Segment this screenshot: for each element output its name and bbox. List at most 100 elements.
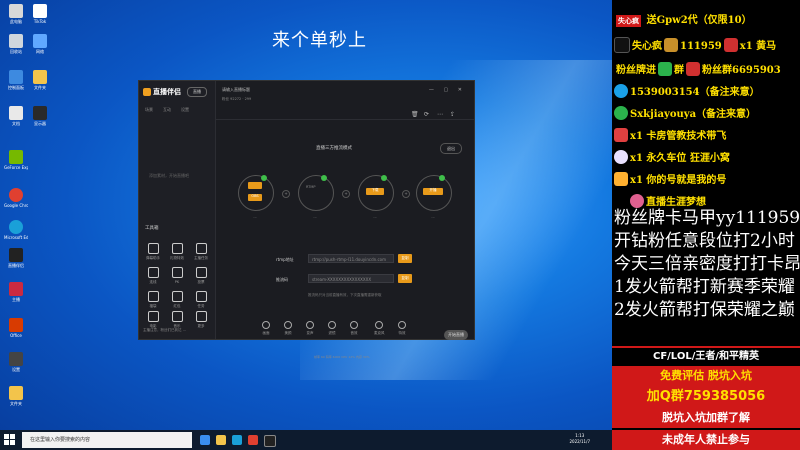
rocket-icon [614, 127, 628, 142]
more-icon[interactable]: ⋯ [437, 111, 443, 118]
bottom-tool-2[interactable]: 变声 [306, 321, 314, 336]
desktop-icon-recycle[interactable]: 回收站 [4, 34, 28, 54]
desktop-icon-folder-a[interactable]: 文件夹 [28, 70, 52, 90]
stream-stats: 粉丝 92272 · 299 [222, 97, 252, 101]
avatar-icon [9, 282, 23, 296]
start-button[interactable] [4, 434, 16, 446]
task-list-icon [195, 291, 207, 302]
step-arrow: + [282, 190, 290, 198]
chrome-icon [9, 188, 23, 202]
bottom-tool-3[interactable]: 滤镜 [328, 321, 336, 336]
step-1-button-a[interactable] [248, 182, 262, 189]
step-3-button[interactable]: 下载 [366, 188, 384, 195]
folder-icon [9, 386, 23, 400]
tool-9[interactable]: 电影 [143, 311, 163, 329]
rtmp-field[interactable]: rtmp://push-rtmp-l11.douyincdn.com [308, 254, 394, 263]
sidebar-notice: 主播注意，粉丝们已到达 ... [143, 328, 186, 332]
network-icon [33, 34, 47, 48]
stream-title[interactable]: 请输入直播标题 [222, 87, 250, 93]
step-arrow: + [342, 190, 350, 198]
refresh-icon[interactable]: ⟳ [424, 111, 429, 118]
edge-icon [9, 220, 23, 234]
overlay-row-1: 失心疯 送Gpw2代（仅限10） [616, 15, 752, 27]
office-icon [9, 318, 23, 332]
step-1-button-b[interactable]: OBS [248, 194, 262, 201]
taskbar-search-input[interactable]: 在这里输入你要搜索的内容 [22, 432, 192, 448]
desktop-icon-doc[interactable]: 文档 [4, 106, 28, 126]
bottom-tool-5[interactable]: 麦克风 [374, 321, 385, 336]
chrome-taskbar-icon[interactable] [248, 435, 258, 445]
explorer-icon[interactable] [216, 435, 226, 445]
bottom-tool-6[interactable]: 特效 [398, 321, 406, 336]
rocket-icon [614, 171, 628, 186]
filter-icon [328, 321, 336, 329]
copy-key-button[interactable]: 复制 [398, 274, 412, 283]
task-view-icon[interactable] [200, 435, 210, 445]
bottom-tool-1[interactable]: 美颜 [284, 321, 292, 336]
app-topbar: 请输入直播标题 粉丝 92272 · 299 — ▢ ✕ 🗑 ⟳ ⋯ ⇪ [216, 81, 474, 120]
tab-settings[interactable]: 设置 [181, 107, 189, 112]
voice-change-icon [306, 321, 314, 329]
folder-icon [33, 70, 47, 84]
overlay-big-line-2: 开钻粉任意段位打2小时 [614, 231, 795, 251]
tab-interact[interactable]: 互动 [163, 107, 171, 112]
copy-rtmp-button[interactable]: 复制 [398, 254, 412, 263]
overlay-row-3: 粉丝牌进群粉丝群6695903 [612, 58, 800, 77]
bottom-tool-0[interactable]: 画面 [262, 321, 270, 336]
tiktok-icon [614, 36, 630, 53]
mode-title: 直播三方推流模式 [316, 146, 352, 151]
desktop-icon-office[interactable]: Office [4, 318, 28, 338]
tool-4[interactable]: PK [167, 267, 187, 284]
desktop-icon-this-pc[interactable]: 此电脑 [4, 4, 28, 24]
step-4-badge [439, 175, 445, 181]
qq-icon [614, 83, 628, 98]
live-companion-taskbar-icon[interactable] [264, 435, 276, 447]
step-4-button[interactable]: 开播 [423, 188, 443, 195]
desktop-icon-control[interactable]: 控制面板 [4, 70, 28, 90]
beauty-icon [284, 321, 292, 329]
desktop-icon-geforce[interactable]: GeForce Experience [4, 150, 28, 170]
tool-3[interactable]: 连线 [143, 267, 163, 285]
overlay-big-line-1: 粉丝牌卡马甲yy111959 [614, 208, 800, 228]
tool-6[interactable]: 福袋 [143, 291, 163, 309]
desktop-icon-folder-b[interactable]: 文件夹 [4, 386, 28, 406]
window-controls[interactable]: — ▢ ✕ [429, 87, 466, 93]
overlay-strip-5: 未成年人禁止参与 [612, 430, 800, 450]
red-packet-icon [171, 291, 183, 302]
more-icon [195, 311, 207, 322]
tool-0[interactable]: 弹幕助手 [143, 243, 163, 261]
desktop-icon-settings[interactable]: 设置 [4, 352, 28, 372]
exit-button[interactable]: 退出 [440, 143, 462, 154]
bottom-tool-4[interactable]: 音效 [350, 321, 358, 336]
tool-8[interactable]: 任务 [191, 291, 211, 309]
taskbar-clock[interactable]: 1:13 2022/11/7 [569, 433, 590, 445]
tool-1[interactable]: 礼物特效 [167, 243, 187, 261]
desktop-icon-streamer[interactable]: 主播 [4, 282, 28, 302]
tool-5[interactable]: 投票 [191, 267, 211, 285]
desktop-icon-livecompanion[interactable]: 直播伴侣 [4, 248, 28, 268]
tool-11[interactable]: 更多 [191, 311, 211, 329]
mode-pill[interactable]: 直播 [187, 87, 207, 97]
toolbox-header: 工具箱 [145, 226, 159, 231]
sidebar-tabs: 场景 互动 设置 [145, 107, 199, 113]
desktop-icon-chrome[interactable]: Google Chrome [4, 188, 28, 208]
step-3-badge [381, 175, 387, 181]
trash-icon[interactable]: 🗑 [411, 111, 419, 118]
overlay-row-2: 失心疯 111959 x1 黄马 [612, 34, 800, 53]
desktop-icon-edge[interactable]: Microsoft Edge [4, 220, 28, 240]
tool-2[interactable]: 主播任务 [191, 243, 211, 261]
stream-overlay-panel: 失心疯 送Gpw2代（仅限10） 失心疯 111959 x1 黄马 粉丝牌进群粉丝群… [612, 0, 800, 450]
tool-10[interactable]: 音乐 [167, 311, 187, 329]
start-live-button[interactable]: 开始直播 [444, 330, 468, 340]
stream-key-field[interactable]: stream-XXXXXXXXXXXXXXXX [308, 274, 394, 283]
desktop-icon-monitor[interactable]: 显示器 [28, 106, 52, 126]
desktop-icon-network[interactable]: 网络 [28, 34, 52, 54]
share-icon[interactable]: ⇪ [450, 111, 455, 118]
horse-icon [664, 37, 678, 52]
overlay-strip-2: 免费评估 脱坑入坑 [612, 366, 800, 386]
tool-7[interactable]: 红包 [167, 291, 187, 309]
desktop-icon-tiktok[interactable]: TikTok [28, 4, 52, 24]
edge-taskbar-icon[interactable] [232, 435, 242, 445]
app-status-bar: 帧率 60 码率 6000 CPU 12% 内存 30% [314, 355, 370, 359]
tab-scene[interactable]: 场景 [145, 107, 153, 112]
